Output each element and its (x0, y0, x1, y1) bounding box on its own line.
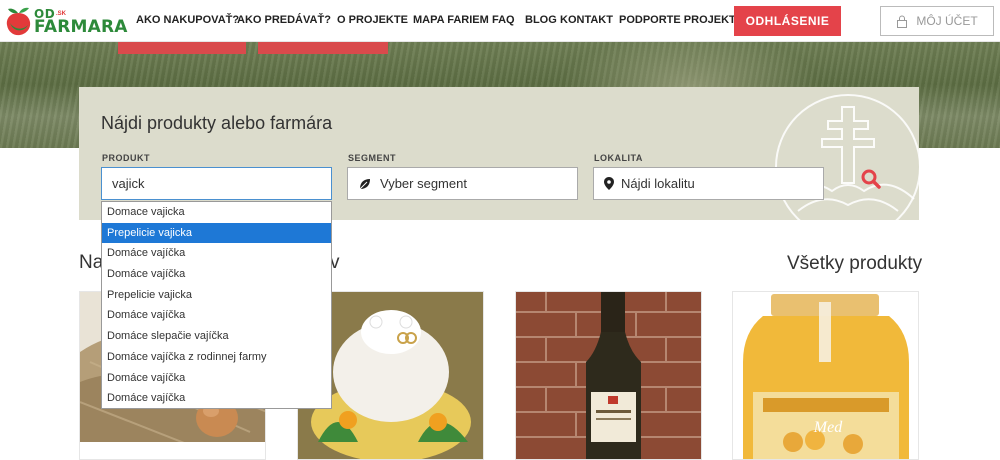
slovak-emblem-icon (775, 94, 919, 220)
logo-icon (6, 7, 31, 36)
location-pin-icon (604, 177, 614, 190)
product-card-wine[interactable] (515, 291, 702, 460)
product-card-honey[interactable]: Med (732, 291, 919, 460)
nav-item-ako-predavat[interactable]: AKO PREDÁVAŤ? (237, 14, 337, 26)
segment-label: SEGMENT (348, 153, 397, 163)
autocomplete-dropdown: Domace vajicka Prepelicie vajicka Domáce… (101, 201, 332, 409)
nav-item-podporte-projekt[interactable]: PODPORTE PROJEKT (619, 14, 736, 26)
hero-button-edge-2[interactable] (258, 42, 388, 54)
logout-button[interactable]: ODHLÁSENIE (734, 6, 841, 36)
nav-item-mapa-fariem[interactable]: MAPA FARIEM (413, 14, 492, 26)
location-placeholder: Nájdi lokalitu (621, 176, 695, 191)
account-label: MÔJ ÚČET (916, 14, 978, 28)
suggestion-item[interactable]: Domáce vajíčka z rodinnej farmy (102, 347, 331, 368)
suggestion-item[interactable]: Domáce vajíčka (102, 388, 331, 409)
search-icon[interactable] (859, 167, 883, 191)
svg-text:Med: Med (813, 419, 843, 436)
leaf-icon (359, 178, 370, 189)
search-title: Nájdi produkty alebo farmára (101, 113, 333, 133)
product-image-honey: Med (733, 292, 918, 459)
account-button[interactable]: MÔJ ÚČET (880, 6, 994, 36)
suggestion-item-selected[interactable]: Prepelicie vajicka (102, 222, 331, 244)
suggestion-item[interactable]: Prepelicie vajicka (102, 285, 331, 306)
product-search-input[interactable]: vajick (101, 167, 332, 200)
product-image-wine (516, 292, 701, 459)
nav-item-ako-nakupovat[interactable]: AKO NAKUPOVAŤ? (136, 14, 239, 26)
logo-farmara-text: FARMARA (34, 17, 128, 37)
location-input[interactable]: Nájdi lokalitu (593, 167, 824, 200)
nav-item-blog[interactable]: BLOG (525, 14, 560, 26)
location-label: LOKALITA (594, 153, 643, 163)
nav-item-kontakt[interactable]: KONTAKT (560, 14, 619, 26)
nav-item-faq[interactable]: FAQ (492, 14, 525, 26)
suggestion-item[interactable]: Domáce vajíčka (102, 243, 331, 264)
suggestion-item[interactable]: Domáce slepačie vajíčka (102, 326, 331, 347)
all-products-link[interactable]: Všetky produkty (787, 253, 922, 275)
segment-placeholder: Vyber segment (380, 176, 467, 191)
suggestion-item[interactable]: Domáce vajíčka (102, 264, 331, 285)
site-logo[interactable]: OD .SK FARMARA (4, 5, 127, 37)
hero-button-edge-1[interactable] (118, 42, 246, 54)
suggestion-item[interactable]: Domáce vajíčka (102, 305, 331, 326)
site-header: OD .SK FARMARA AKO NAKUPOVAŤ? AKO PREDÁV… (0, 0, 1000, 42)
nav-item-o-projekte[interactable]: O PROJEKTE (337, 14, 413, 26)
section-heading-left: Na (79, 252, 104, 273)
segment-select[interactable]: Vyber segment (347, 167, 578, 200)
suggestion-item[interactable]: Domace vajicka (102, 202, 331, 223)
suggestion-item[interactable]: Domáce vajíčka (102, 368, 331, 389)
product-label: PRODUKT (102, 153, 150, 163)
lock-icon (897, 15, 908, 28)
product-search-value: vajick (112, 176, 145, 191)
main-nav: AKO NAKUPOVAŤ? AKO PREDÁVAŤ? O PROJEKTE … (136, 14, 736, 26)
